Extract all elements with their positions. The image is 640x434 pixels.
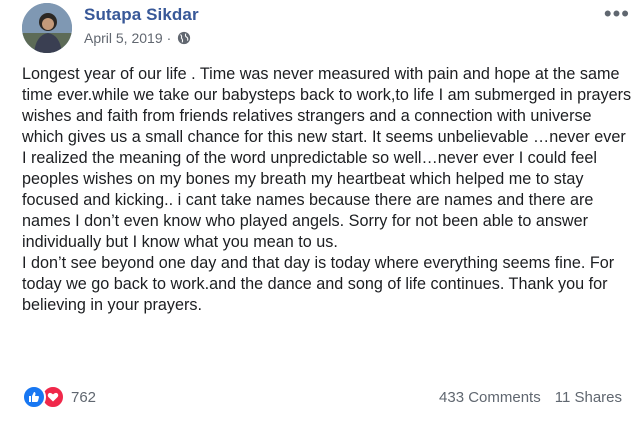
globe-icon[interactable]	[177, 31, 191, 45]
post-text: Longest year of our life . Time was neve…	[22, 65, 632, 314]
post-footer: 762 433 Comments 11 Shares	[22, 384, 622, 410]
avatar[interactable]	[22, 3, 72, 53]
comments-link[interactable]: 433 Comments	[439, 389, 541, 406]
more-options-icon[interactable]: •••	[604, 3, 630, 25]
reaction-count[interactable]: 762	[71, 389, 96, 406]
post-card: Sutapa Sikdar April 5, 2019 · ••• Longes…	[0, 0, 640, 434]
like-icon[interactable]	[22, 385, 46, 409]
meta-separator: ·	[166, 30, 172, 46]
reactions-summary[interactable]: 762	[22, 385, 96, 409]
shares-link[interactable]: 11 Shares	[555, 389, 622, 406]
engagement-stats: 433 Comments 11 Shares	[439, 389, 622, 406]
post-date[interactable]: April 5, 2019	[84, 30, 163, 46]
post-meta: April 5, 2019 ·	[84, 30, 191, 46]
author-name[interactable]: Sutapa Sikdar	[84, 5, 199, 25]
